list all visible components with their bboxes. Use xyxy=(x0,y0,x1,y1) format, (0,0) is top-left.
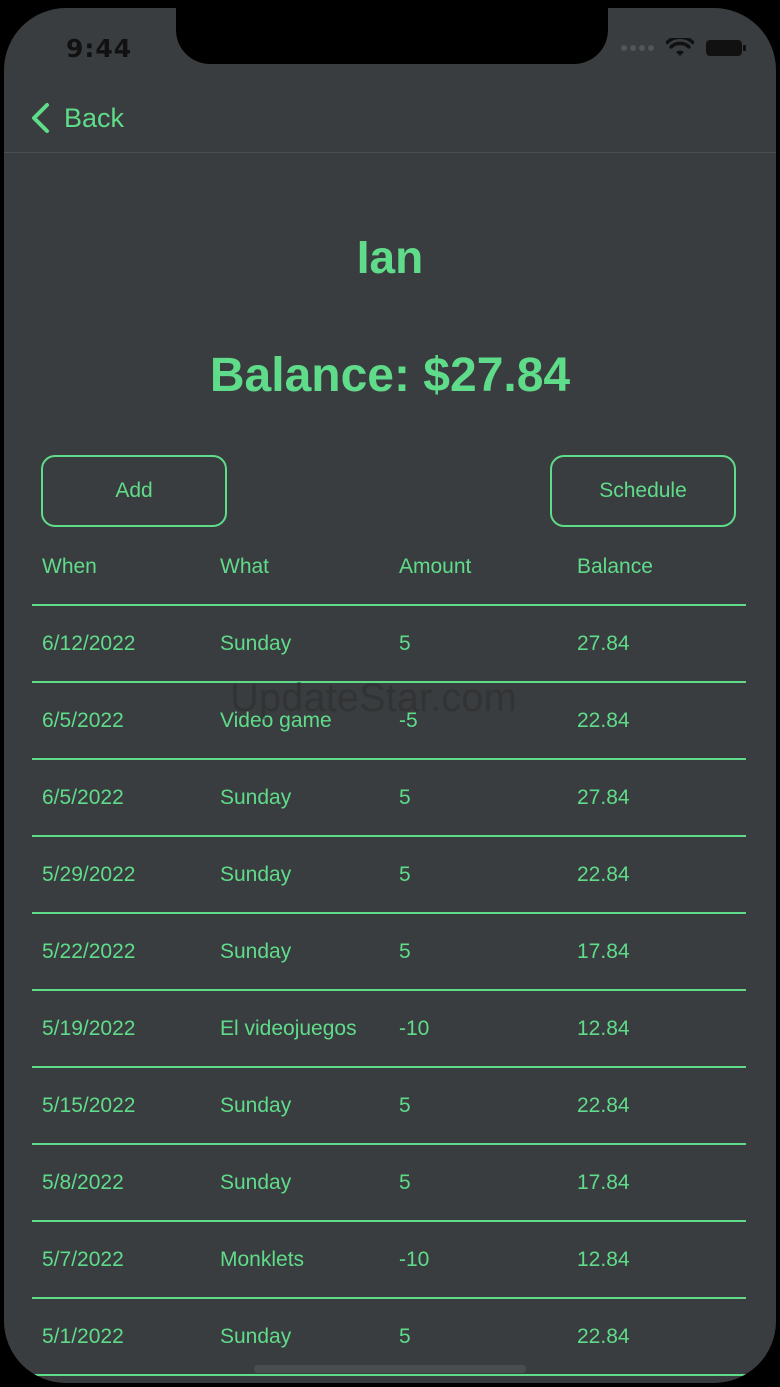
row-when: 6/5/2022 xyxy=(42,709,124,732)
row-when: 5/15/2022 xyxy=(42,1094,136,1117)
row-when: 5/8/2022 xyxy=(42,1171,124,1194)
row-amount: -5 xyxy=(399,709,418,732)
profile-name: Ian xyxy=(356,231,424,283)
row-when: 5/7/2022 xyxy=(42,1248,124,1271)
navigation-bar: Back xyxy=(4,88,776,153)
row-when: 6/5/2022 xyxy=(42,786,124,809)
row-what: Sunday xyxy=(220,632,292,655)
row-when: 6/12/2022 xyxy=(42,632,136,655)
row-what: Sunday xyxy=(220,1325,292,1348)
row-balance: 22.84 xyxy=(577,709,630,732)
row-what: Video game xyxy=(220,709,332,732)
table-row[interactable]: 5/22/2022 Sunday 5 17.84 xyxy=(32,914,746,991)
cellular-signal-icon xyxy=(621,45,654,51)
column-header-what: What xyxy=(220,554,270,578)
column-header-balance: Balance xyxy=(577,554,653,578)
row-balance: 27.84 xyxy=(577,632,630,655)
home-indicator xyxy=(254,1365,526,1373)
table-row[interactable]: 5/7/2022 Monklets -10 12.84 xyxy=(32,1222,746,1299)
row-what: Monklets xyxy=(220,1248,305,1271)
row-amount: 5 xyxy=(399,632,411,655)
row-amount: 5 xyxy=(399,1325,411,1348)
row-what: Sunday xyxy=(220,863,292,886)
row-amount: 5 xyxy=(399,786,411,809)
chevron-left-icon xyxy=(32,103,49,133)
status-icons xyxy=(621,38,746,58)
table-header: When What Amount Balance xyxy=(32,528,746,606)
row-balance: 17.84 xyxy=(577,940,630,963)
row-what: Sunday xyxy=(220,1171,292,1194)
row-balance: 22.84 xyxy=(577,1094,630,1117)
row-what: Sunday xyxy=(220,940,292,963)
row-balance: 22.84 xyxy=(577,1325,630,1348)
row-amount: -10 xyxy=(399,1248,430,1271)
row-when: 5/22/2022 xyxy=(42,940,136,963)
row-balance: 17.84 xyxy=(577,1171,630,1194)
row-amount: 5 xyxy=(399,1094,411,1117)
back-label: Back xyxy=(64,102,125,133)
table-row[interactable]: 5/19/2022 El videojuegos -10 12.84 xyxy=(32,991,746,1068)
table-row[interactable]: 6/5/2022 Video game -5 22.84 xyxy=(32,683,746,760)
row-amount: 5 xyxy=(399,1171,411,1194)
balance-heading: Balance: $27.84 xyxy=(209,349,571,402)
status-time: 9:44 xyxy=(66,34,133,63)
column-header-when: When xyxy=(42,554,97,578)
row-amount: 5 xyxy=(399,940,411,963)
phone-frame: 9:44 Back Ian Balance: $27.84 Add Schedu… xyxy=(0,0,780,1387)
row-amount: 5 xyxy=(399,863,411,886)
row-when: 5/1/2022 xyxy=(42,1325,124,1348)
table-row[interactable]: 5/8/2022 Sunday 5 17.84 xyxy=(32,1145,746,1222)
row-amount: -10 xyxy=(399,1017,430,1040)
wifi-icon xyxy=(666,38,694,56)
back-button[interactable]: Back xyxy=(28,102,124,134)
app-screen: 9:44 Back Ian Balance: $27.84 Add Schedu… xyxy=(4,8,776,1383)
table-row[interactable]: 5/29/2022 Sunday 5 22.84 xyxy=(32,837,746,914)
add-button[interactable]: Add xyxy=(41,455,227,527)
device-notch xyxy=(176,8,608,64)
row-when: 5/29/2022 xyxy=(42,863,136,886)
row-what: Sunday xyxy=(220,786,292,809)
row-balance: 27.84 xyxy=(577,786,630,809)
column-header-amount: Amount xyxy=(399,554,472,578)
row-when: 5/19/2022 xyxy=(42,1017,136,1040)
row-balance: 12.84 xyxy=(577,1248,630,1271)
table-row[interactable]: 6/5/2022 Sunday 5 27.84 xyxy=(32,760,746,837)
row-balance: 12.84 xyxy=(577,1017,630,1040)
transactions-table: When What Amount Balance 6/12/2022 Sunda… xyxy=(32,528,746,1376)
table-row[interactable]: 6/12/2022 Sunday 5 27.84 xyxy=(32,606,746,683)
row-what: El videojuegos xyxy=(220,1017,357,1040)
battery-icon xyxy=(706,40,746,56)
table-row[interactable]: 5/15/2022 Sunday 5 22.84 xyxy=(32,1068,746,1145)
schedule-button[interactable]: Schedule xyxy=(550,455,736,527)
row-balance: 22.84 xyxy=(577,863,630,886)
row-what: Sunday xyxy=(220,1094,292,1117)
